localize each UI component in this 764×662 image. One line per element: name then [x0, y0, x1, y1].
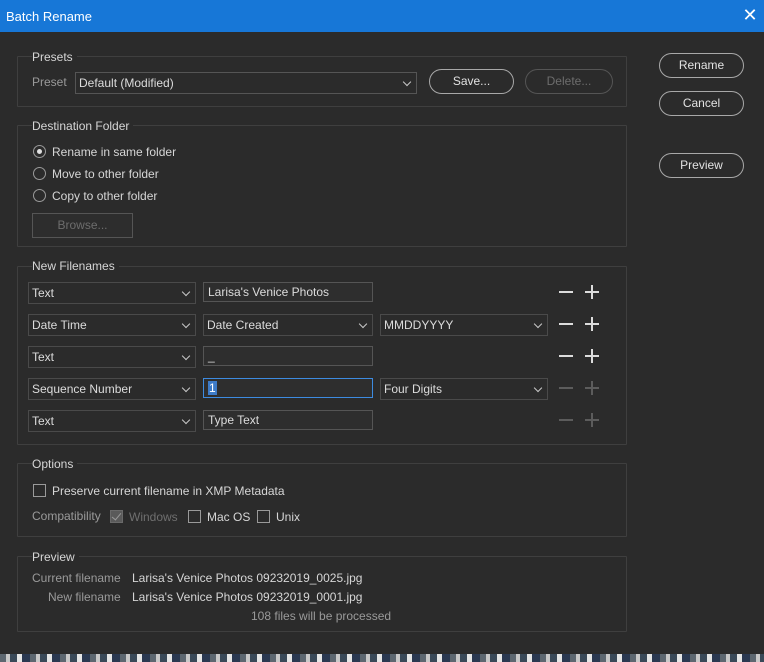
row3-minus-icon[interactable]	[559, 349, 573, 363]
row1-minus-icon[interactable]	[559, 285, 573, 299]
compatibility-label: Compatibility	[32, 509, 101, 523]
preset-value: Default (Modified)	[79, 76, 174, 90]
macos-checkbox[interactable]	[188, 510, 201, 523]
chevron-down-icon	[358, 319, 368, 329]
row2-option-dropdown[interactable]: Date Created	[203, 314, 373, 336]
preserve-filename-label: Preserve current filename in XMP Metadat…	[52, 484, 285, 498]
copy-other-folder-label: Copy to other folder	[52, 189, 158, 203]
window-title: Batch Rename	[6, 9, 92, 24]
delete-preset-button[interactable]: Delete...	[525, 69, 613, 94]
row4-type-dropdown[interactable]: Sequence Number	[28, 378, 196, 400]
row4-sequence-field[interactable]: 1	[203, 378, 373, 398]
options-panel	[17, 463, 627, 537]
move-other-folder-label: Move to other folder	[52, 167, 159, 181]
row2-minus-icon[interactable]	[559, 317, 573, 331]
current-filename-label: Current filename	[32, 571, 121, 585]
rename-button[interactable]: Rename	[659, 53, 744, 78]
radio-copy-other-folder[interactable]	[33, 189, 46, 202]
browse-button[interactable]: Browse...	[32, 213, 133, 238]
row1-text-field[interactable]: Larisa's Venice Photos	[203, 282, 373, 302]
cancel-button[interactable]: Cancel	[659, 91, 744, 116]
row5-text-value: Type Text	[208, 413, 260, 427]
radio-rename-same-folder[interactable]	[33, 145, 46, 158]
row3-type-value: Text	[32, 350, 55, 364]
unix-label: Unix	[276, 510, 301, 524]
files-count-text: 108 files will be processed	[251, 609, 392, 623]
row2-type-dropdown[interactable]: Date Time	[28, 314, 196, 336]
presets-title: Presets	[32, 50, 77, 64]
title-bar	[0, 0, 764, 32]
destination-title: Destination Folder	[32, 119, 134, 133]
new-filename-value: Larisa's Venice Photos 09232019_0001.jpg	[132, 590, 363, 604]
new-filename-label: New filename	[48, 590, 121, 604]
preserve-filename-checkbox[interactable]	[33, 484, 46, 497]
row5-minus-icon[interactable]	[559, 413, 573, 427]
preset-label: Preset	[32, 75, 67, 89]
row3-text-value: _	[208, 349, 215, 363]
row1-text-value: Larisa's Venice Photos	[208, 285, 330, 299]
preview-title: Preview	[32, 550, 79, 564]
windows-checkbox[interactable]	[110, 510, 123, 523]
chevron-down-icon	[181, 383, 191, 393]
row5-text-field[interactable]: Type Text	[203, 410, 373, 430]
row1-type-value: Text	[32, 286, 55, 300]
new-filenames-title: New Filenames	[32, 259, 119, 273]
row4-type-value: Sequence Number	[32, 382, 133, 396]
row1-plus-icon[interactable]	[585, 285, 599, 299]
row2-type-value: Date Time	[32, 318, 87, 332]
row4-format-value: Four Digits	[384, 382, 443, 396]
chevron-down-icon	[533, 383, 543, 393]
row4-format-dropdown[interactable]: Four Digits	[380, 378, 548, 400]
chevron-down-icon	[533, 319, 543, 329]
rename-same-folder-label: Rename in same folder	[52, 145, 177, 159]
background-thumbnails-strip	[0, 654, 764, 662]
chevron-down-icon	[181, 319, 191, 329]
preset-dropdown[interactable]: Default (Modified)	[75, 72, 417, 94]
row4-minus-icon[interactable]	[559, 381, 573, 395]
preview-button[interactable]: Preview	[659, 153, 744, 178]
row4-plus-icon[interactable]	[585, 381, 599, 395]
close-icon[interactable]: ✕	[741, 5, 759, 25]
row2-format-dropdown[interactable]: MMDDYYYY	[380, 314, 548, 336]
row3-type-dropdown[interactable]: Text	[28, 346, 196, 368]
options-title: Options	[32, 457, 78, 471]
row5-type-value: Text	[32, 414, 55, 428]
unix-checkbox[interactable]	[257, 510, 270, 523]
row5-type-dropdown[interactable]: Text	[28, 410, 196, 432]
chevron-down-icon	[181, 351, 191, 361]
current-filename-value: Larisa's Venice Photos 09232019_0025.jpg	[132, 571, 363, 585]
row2-format-value: MMDDYYYY	[384, 318, 454, 332]
row1-type-dropdown[interactable]: Text	[28, 282, 196, 304]
radio-move-other-folder[interactable]	[33, 167, 46, 180]
row2-plus-icon[interactable]	[585, 317, 599, 331]
row5-plus-icon[interactable]	[585, 413, 599, 427]
chevron-down-icon	[402, 77, 412, 87]
row4-sequence-value: 1	[208, 381, 217, 395]
row2-option-value: Date Created	[207, 318, 279, 332]
row3-plus-icon[interactable]	[585, 349, 599, 363]
chevron-down-icon	[181, 415, 191, 425]
save-preset-button[interactable]: Save...	[429, 69, 514, 94]
macos-label: Mac OS	[207, 510, 251, 524]
row3-text-field[interactable]: _	[203, 346, 373, 366]
chevron-down-icon	[181, 287, 191, 297]
windows-label: Windows	[129, 510, 178, 524]
